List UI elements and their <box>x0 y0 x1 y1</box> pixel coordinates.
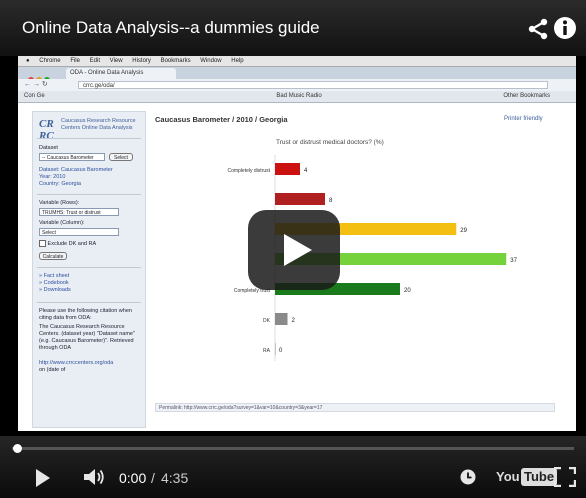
progress-handle[interactable] <box>13 444 22 453</box>
chart-category-label: DK <box>263 318 271 324</box>
time-separator: / <box>151 470 155 486</box>
divider <box>37 138 141 139</box>
link-fact-sheet: » Fact sheet <box>39 273 70 279</box>
chart-title: Trust or distrust medical doctors? (%) <box>276 139 384 146</box>
mac-menubar: ● Chrome File Edit View History Bookmark… <box>18 56 576 67</box>
chart-value-label: 4 <box>304 168 308 174</box>
dataset-line: Dataset: Caucasus Barometer <box>39 167 113 173</box>
time-current: 0:00 <box>119 470 147 486</box>
video-player: Online Data Analysis--a dummies guide ● … <box>0 0 586 498</box>
printer-friendly-link: Printer friendly <box>504 116 543 122</box>
menu-item: Chrome <box>39 58 61 64</box>
apple-icon: ● <box>26 58 30 64</box>
chart-value-label: 20 <box>404 288 411 294</box>
chart-category-label: Completely distrust <box>227 168 270 174</box>
exclude-dk-label: Exclude DK and RA <box>47 240 97 247</box>
year-line: Year: 2010 <box>39 174 66 180</box>
menu-item: Bookmarks <box>160 58 191 64</box>
citation-intro: Please use the following citation when c… <box>39 308 132 321</box>
chart-category-label: RA <box>263 348 271 354</box>
menu-item: Window <box>200 58 222 64</box>
crrc-logo: CR RC <box>39 118 54 142</box>
time-duration: 4:35 <box>161 470 189 486</box>
link-downloads: » Downloads <box>39 287 71 293</box>
youtube-logo-you: You <box>496 469 520 484</box>
permalink: Permalink: http://www.crrc.ge/oda?survey… <box>155 403 555 412</box>
bar-chart: 4Completely distrust8293720Completely tr… <box>227 155 518 361</box>
play-icon <box>284 234 312 266</box>
chart-value-label: 0 <box>279 348 283 354</box>
progress-bar[interactable] <box>12 447 574 450</box>
share-icon[interactable] <box>527 18 549 40</box>
menu-item: History <box>132 58 151 64</box>
menu-item: File <box>70 58 80 64</box>
chart-bar <box>275 193 325 205</box>
bookmark-item: Other Bookmarks <box>503 93 551 99</box>
checkbox-icon <box>39 240 46 247</box>
chart-bar <box>275 313 288 325</box>
column-variable-label: Variable (Column): <box>39 220 85 226</box>
menu-item: Help <box>231 58 244 64</box>
column-variable-select: Select <box>39 228 119 236</box>
dataset-select: -- Caucasus Barometer <box>39 153 105 161</box>
chart-bar <box>275 343 276 355</box>
divider <box>37 267 141 268</box>
dataset-label: Dataset <box>39 145 58 151</box>
watch-later-icon[interactable] <box>460 469 476 485</box>
page-heading: Caucasus Barometer / 2010 / Georgia <box>155 115 288 124</box>
citation-link: http://www.crrccenters.org/oda <box>39 360 114 366</box>
chart-value-label: 37 <box>510 258 517 264</box>
country-line: Country: Georgia <box>39 181 81 187</box>
video-title[interactable]: Online Data Analysis--a dummies guide <box>22 18 320 38</box>
crrc-name: Caucasus Research Resource Centers Onlin… <box>61 118 136 131</box>
chart-value-label: 2 <box>292 318 296 324</box>
play-button[interactable] <box>248 210 340 290</box>
row-variable-select: TRUMHS: Trust or distrust <box>39 208 119 216</box>
fullscreen-icon[interactable] <box>554 467 576 487</box>
chart-bar <box>275 163 300 175</box>
youtube-logo-tube: Tube <box>521 468 558 486</box>
bookmark-item: Bad Music Radio <box>276 93 322 99</box>
volume-icon[interactable] <box>82 466 106 488</box>
citation-body: The Caucasus Research Resource Centers. … <box>39 324 135 351</box>
row-variable-label: Variable (Rows): <box>39 200 80 206</box>
play-icon[interactable] <box>36 469 50 487</box>
chart-value-label: 8 <box>329 198 333 204</box>
url-field: crrc.ge/oda/ <box>78 81 548 89</box>
browser-tabstrip: ODA - Online Data Analysis <box>18 67 576 83</box>
citation-date: on (date of <box>39 367 66 373</box>
nav-arrows-icon: ← → ↻ <box>24 81 48 88</box>
exclude-dk-checkbox: Exclude DK and RA <box>39 240 96 248</box>
calculate-button: Calculate <box>39 252 67 260</box>
address-bar: ← → ↻ crrc.ge/oda/ <box>18 79 576 91</box>
select-button: Select <box>109 153 133 161</box>
browser-tab: ODA - Online Data Analysis <box>66 68 176 79</box>
menu-item: View <box>109 58 123 64</box>
chart-value-label: 29 <box>460 228 467 234</box>
control-bar: 0:00 / 4:35 You Tube <box>0 436 586 498</box>
menu-item: Edit <box>89 58 100 64</box>
divider <box>37 302 141 303</box>
link-codebook: » Codebook <box>39 280 69 286</box>
bookmark-item: Con Ge <box>24 93 45 99</box>
divider <box>37 194 141 195</box>
info-icon[interactable] <box>553 16 577 40</box>
title-bar: Online Data Analysis--a dummies guide <box>0 0 586 56</box>
bookmarks-bar: Con Ge Bad Music Radio Other Bookmarks <box>18 91 576 103</box>
oda-sidebar: CR RC Caucasus Research Resource Centers… <box>32 111 146 428</box>
